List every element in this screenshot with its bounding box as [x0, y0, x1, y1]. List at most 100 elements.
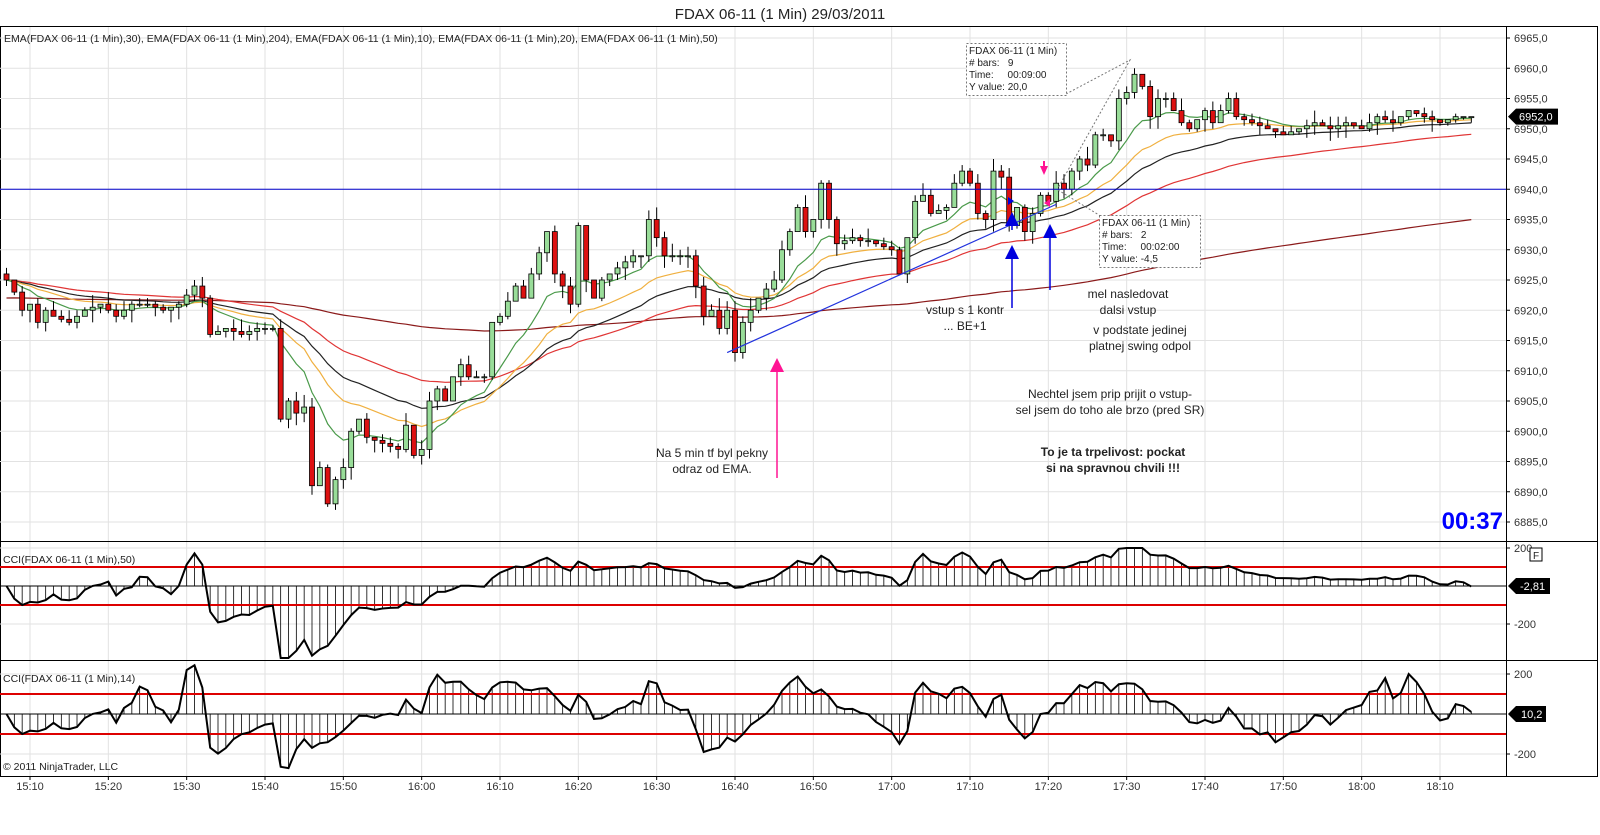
candle [152, 301, 159, 317]
candle-body [1319, 122, 1326, 127]
ema-30-line [6, 122, 1472, 409]
candle [1131, 68, 1138, 99]
candle-body [262, 327, 268, 330]
candle [497, 313, 503, 326]
pink-arrow-up-icon [770, 358, 784, 478]
candle [1366, 113, 1373, 132]
candle-body [755, 297, 762, 311]
candle-body [536, 252, 543, 275]
candle-body [700, 285, 707, 317]
ema-lines [6, 111, 1472, 444]
candle [1397, 116, 1404, 126]
candle [301, 394, 308, 423]
x-tick-label: 16:00 [408, 781, 436, 793]
last-price-tag: 6952,0 [1508, 108, 1558, 125]
candle-body [1288, 131, 1295, 136]
candle [1335, 116, 1342, 138]
note-patience: si na spravnou chvili !!! [1046, 461, 1180, 475]
candle [724, 301, 731, 335]
candle [567, 276, 574, 314]
candle-body [1068, 170, 1075, 190]
candle [826, 180, 832, 229]
candle [371, 436, 378, 453]
candle-body [520, 285, 527, 299]
candle [700, 276, 707, 326]
candle-body [1186, 122, 1193, 130]
chart-canvas: FDAX 06-11 (1 Min) 29/03/2011 200-200 20… [0, 6, 1598, 793]
candle-body [990, 170, 997, 220]
candle [771, 270, 778, 293]
candle [1139, 73, 1146, 90]
candle-body [739, 321, 746, 354]
candle [920, 183, 926, 202]
ruler-box-2[interactable]: FDAX 06-11 (1 Min) # bars: 2 Time: 00:02… [1099, 215, 1201, 268]
x-tick-label: 15:30 [173, 781, 201, 793]
y-tick-label: 6930,0 [1514, 245, 1548, 257]
candle [1021, 204, 1028, 241]
candle-body [653, 219, 660, 239]
candle-body [254, 327, 261, 332]
candle [786, 228, 793, 256]
candle [841, 234, 848, 250]
candle-body [1452, 116, 1459, 121]
candle [230, 319, 237, 341]
candle-body [1366, 122, 1373, 130]
candle-body [410, 424, 417, 456]
candle [692, 249, 699, 299]
candle [732, 301, 738, 362]
candle-body [1413, 110, 1420, 115]
candle [653, 207, 660, 247]
f-button[interactable]: F [1529, 547, 1543, 562]
candle [403, 413, 409, 453]
candle [630, 249, 637, 268]
candle [1343, 116, 1349, 138]
ema-10-line [6, 111, 1472, 444]
y-tick-label: 6965,0 [1514, 33, 1548, 45]
candle [638, 255, 644, 268]
candle [285, 397, 292, 429]
candle [442, 385, 449, 402]
candle-body [904, 237, 911, 275]
note-entry: vstup s 1 kontr [926, 303, 1004, 317]
candle [1225, 92, 1232, 114]
candle [1155, 89, 1161, 129]
candle-body [826, 182, 832, 220]
candle [1100, 128, 1107, 141]
candle [168, 306, 174, 323]
x-tick-label: 15:40 [251, 781, 279, 793]
candle-body [747, 309, 754, 323]
candle-body [1170, 98, 1177, 111]
candle [1162, 92, 1169, 108]
candle-body [661, 237, 668, 257]
x-tick-label: 16:30 [643, 781, 671, 793]
candle-body [457, 364, 464, 378]
y-tick-label: 6905,0 [1514, 396, 1548, 408]
candle [645, 210, 652, 262]
candle [34, 298, 41, 329]
cci14-label: CCI(FDAX 06-11 (1 Min),14) [3, 673, 135, 685]
candle-body [1202, 110, 1208, 121]
ruler2-line: Y value: -4,5 [1102, 254, 1158, 265]
candle-body [528, 273, 535, 299]
candle [410, 424, 417, 459]
drawings[interactable] [0, 58, 1506, 478]
candle [426, 391, 433, 459]
candle-body [1264, 125, 1271, 130]
candle [794, 204, 801, 232]
candle [3, 267, 10, 287]
ruler-box-1[interactable]: FDAX 06-11 (1 Min) # bars: 9 Time: 00:09… [966, 43, 1067, 96]
candle-body [810, 219, 817, 232]
candle [1280, 125, 1287, 136]
candle [1115, 89, 1122, 150]
candle-body [779, 249, 785, 281]
candle [1108, 134, 1114, 147]
candle [669, 243, 676, 262]
candle [58, 310, 65, 323]
cci14-tag: 10,2 [1508, 706, 1546, 722]
candle-body [348, 430, 355, 468]
y-tick-label: 6925,0 [1514, 275, 1548, 287]
candle-body [1390, 119, 1396, 124]
y-tick-label: 6885,0 [1514, 517, 1548, 529]
candle-body [1076, 158, 1083, 172]
candle [1092, 131, 1099, 169]
